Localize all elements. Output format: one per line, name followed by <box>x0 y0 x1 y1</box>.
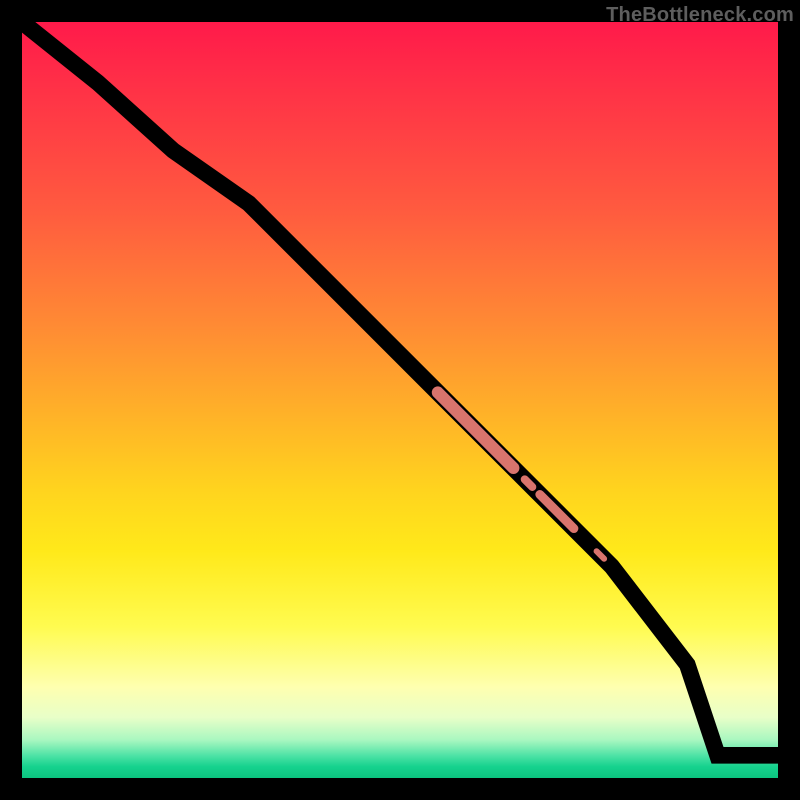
highlight-segment-thin-1 <box>540 495 574 529</box>
watermark-text: TheBottleneck.com <box>606 4 794 27</box>
plot-area <box>22 22 778 778</box>
chart-svg <box>22 22 778 778</box>
highlight-dot-1 <box>525 479 533 487</box>
chart-frame: TheBottleneck.com <box>0 0 800 800</box>
bottleneck-curve <box>22 22 778 755</box>
highlight-segment-thick-1 <box>438 392 514 468</box>
